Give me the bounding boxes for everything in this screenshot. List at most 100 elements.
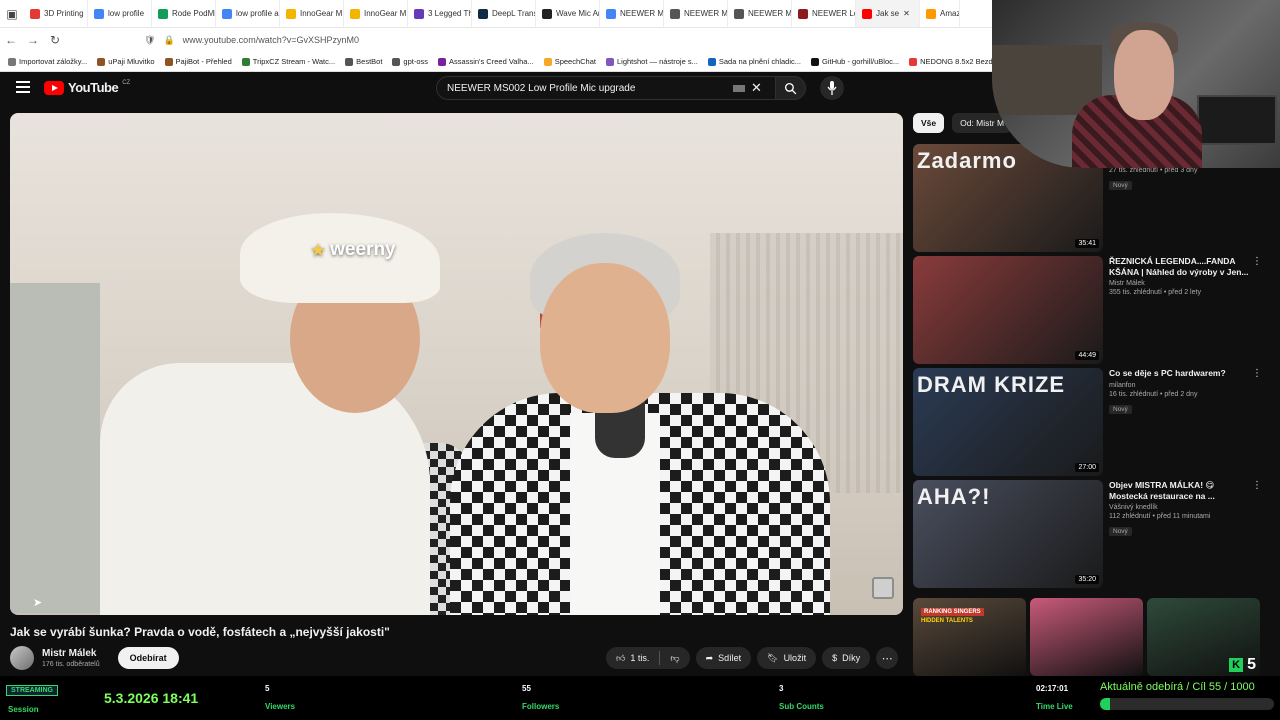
- video-thumbnail[interactable]: 44:49: [913, 256, 1103, 364]
- video-title[interactable]: ŘEZNICKÁ LEGENDA....FANDA KŠÁNA | Náhled…: [1109, 256, 1254, 277]
- microphone-icon: [827, 81, 837, 95]
- bookmark-favicon-icon: [241, 57, 250, 66]
- bookmark-favicon-icon: [543, 57, 552, 66]
- tab-label: 3D Printing: [44, 9, 84, 18]
- browser-tab[interactable]: InnoGear M: [344, 0, 408, 27]
- video-channel[interactable]: Vášnivý knedlík: [1109, 504, 1254, 511]
- save-button[interactable]: 🔖︎ Uložit: [757, 647, 817, 669]
- short-video[interactable]: RANKING SINGERS HIDDEN TALENTS: [913, 598, 1026, 676]
- voice-search-button[interactable]: [820, 76, 844, 100]
- tab-favicon-icon: [798, 8, 808, 19]
- video-title[interactable]: Co se děje s PC hardwarem?: [1109, 368, 1254, 379]
- tab-label: NEEWER MS: [748, 9, 792, 18]
- browser-tab[interactable]: Wave Mic Ar: [536, 0, 600, 27]
- recommended-video[interactable]: AHA?! 35:20 Objev MISTRA MÁLKA! 😋 Mostecká…: [913, 480, 1268, 588]
- short-video[interactable]: [1030, 598, 1143, 676]
- search-icon: [784, 82, 797, 94]
- bookmark-item[interactable]: uPaji Mluvitko: [97, 57, 155, 66]
- forward-icon[interactable]: →: [22, 33, 44, 47]
- menu-icon[interactable]: [16, 81, 30, 93]
- more-options-icon[interactable]: ⋮: [1252, 480, 1262, 491]
- browser-tab[interactable]: NEEWER MS: [600, 0, 664, 27]
- tab-overview-icon[interactable]: ▣: [0, 0, 24, 27]
- tab-favicon-icon: [542, 8, 552, 19]
- browser-tab[interactable]: Jak se ✕: [856, 0, 920, 27]
- channel-watermark[interactable]: [872, 577, 894, 599]
- bookmark-item[interactable]: Assassin's Creed Valha...: [438, 57, 534, 66]
- channel-avatar[interactable]: [10, 646, 34, 670]
- like-dislike-group: 👍︎ 1 tis. 👎︎: [606, 647, 690, 669]
- browser-tab[interactable]: low profile: [88, 0, 152, 27]
- subcounts-label: Sub Counts: [779, 702, 824, 711]
- more-actions-icon[interactable]: ⋯: [876, 647, 899, 669]
- like-button[interactable]: 👍︎ 1 tis.: [606, 647, 659, 669]
- search-button[interactable]: [776, 76, 806, 100]
- browser-tab[interactable]: NEEWER MS: [664, 0, 728, 27]
- chip-all[interactable]: Vše: [913, 113, 945, 133]
- bookmark-icon: 🔖︎: [767, 652, 779, 663]
- video-channel[interactable]: milanfon: [1109, 382, 1254, 389]
- subscribe-button[interactable]: Odebírat: [117, 647, 179, 669]
- search-input[interactable]: NEEWER MS002 Low Profile Mic upgrade ✕: [436, 76, 776, 100]
- followers-value: 55: [522, 684, 531, 693]
- youtube-logo[interactable]: YouTube CZ: [44, 80, 130, 95]
- video-title[interactable]: Objev MISTRA MÁLKA! 😋 Mostecká restaurac…: [1109, 480, 1254, 501]
- bookmark-label: Assassin's Creed Valha...: [449, 57, 534, 66]
- browser-tab[interactable]: low profile a: [216, 0, 280, 27]
- browser-tab[interactable]: Rode PodMi: [152, 0, 216, 27]
- bookmark-item[interactable]: Lightshot — nástroje s...: [605, 57, 698, 66]
- clear-search-icon[interactable]: ✕: [751, 80, 765, 96]
- back-icon[interactable]: ←: [0, 33, 22, 47]
- channel-name[interactable]: Mistr Málek: [42, 648, 100, 659]
- bookmark-item[interactable]: SpeechChat: [543, 57, 596, 66]
- more-options-icon[interactable]: ⋮: [1252, 256, 1262, 267]
- video-thumbnail[interactable]: DRAM KRIZE 27:00: [913, 368, 1103, 476]
- recommended-video[interactable]: 44:49 ŘEZNICKÁ LEGENDA....FANDA KŠÁNA | N…: [913, 256, 1268, 364]
- viewers-value: 5: [265, 684, 270, 693]
- bookmark-item[interactable]: TripxCZ Stream - Watc...: [241, 57, 336, 66]
- video-thumbnail[interactable]: AHA?! 35:20: [913, 480, 1103, 588]
- short-subtag: HIDDEN TALENTS: [921, 618, 973, 624]
- recommended-video[interactable]: DRAM KRIZE 27:00 Co se děje s PC hardwarem…: [913, 368, 1268, 476]
- tab-label: low profile a: [236, 9, 279, 18]
- mouse-cursor-icon: ➤: [33, 597, 43, 609]
- share-button[interactable]: ➦ Sdílet: [695, 647, 752, 669]
- share-label: Sdílet: [718, 653, 742, 663]
- bookmark-item[interactable]: GitHub - gorhill/uBloc...: [811, 57, 899, 66]
- dislike-button[interactable]: 👎︎: [660, 647, 689, 669]
- bookmark-item[interactable]: Importovat záložky...: [8, 57, 87, 66]
- webcam-face: [1114, 30, 1174, 120]
- browser-tab[interactable]: Amaz: [920, 0, 960, 27]
- browser-tab[interactable]: NEEWER Low: [792, 0, 856, 27]
- bookmark-item[interactable]: NEDONG 8.5x2 Bezdu...: [909, 57, 1003, 66]
- more-options-icon[interactable]: ⋮: [1252, 368, 1262, 379]
- bookmark-label: Sada na plnění chladic...: [718, 57, 802, 66]
- bookmark-favicon-icon: [392, 57, 401, 66]
- browser-tab[interactable]: NEEWER MS: [728, 0, 792, 27]
- kick-count: 5: [1247, 656, 1256, 673]
- short-video[interactable]: K5: [1147, 598, 1260, 676]
- video-channel[interactable]: Mistr Málek: [1109, 280, 1254, 287]
- video-player[interactable]: ★ weerny: [10, 113, 903, 615]
- thanks-button[interactable]: $ Díky: [822, 647, 871, 669]
- bookmark-item[interactable]: gpt-oss: [392, 57, 428, 66]
- dollar-icon: $: [832, 653, 838, 663]
- bookmark-favicon-icon: [605, 57, 614, 66]
- browser-tab[interactable]: InnoGear M: [280, 0, 344, 27]
- browser-tab[interactable]: 3D Printing: [24, 0, 88, 27]
- bookmark-label: TripxCZ Stream - Watc...: [252, 57, 336, 66]
- kick-logo-icon: K: [1229, 658, 1244, 672]
- bookmark-item[interactable]: BestBot: [345, 57, 382, 66]
- streaming-badge: STREAMING: [6, 685, 58, 696]
- url-field[interactable]: 🛡 🔒 www.youtube.com/watch?v=GvXSHPzynM0: [144, 31, 964, 49]
- video-duration: 35:41: [1075, 239, 1099, 248]
- browser-tab[interactable]: DeepL Transl: [472, 0, 536, 27]
- browser-tab[interactable]: 3 Legged Th: [408, 0, 472, 27]
- bookmark-item[interactable]: PajiBot - Přehled: [164, 57, 232, 66]
- bookmark-item[interactable]: Sada na plnění chladic...: [707, 57, 802, 66]
- tab-label: NEEWER Low: [812, 9, 855, 18]
- reload-icon[interactable]: ↻: [44, 33, 66, 47]
- tab-favicon-icon: [94, 8, 104, 19]
- keyboard-icon[interactable]: [733, 84, 745, 92]
- close-tab-icon[interactable]: ✕: [903, 9, 910, 18]
